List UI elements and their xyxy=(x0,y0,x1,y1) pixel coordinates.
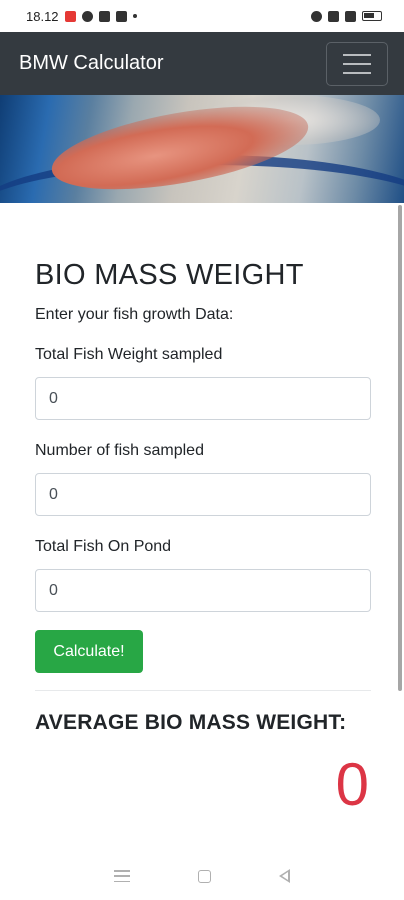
signal-strength-icon xyxy=(345,10,356,22)
toggler-bar xyxy=(343,71,371,74)
hamburger-menu-icon[interactable] xyxy=(326,41,388,86)
signal-icon xyxy=(328,10,339,22)
main-content: BIO MASS WEIGHT Enter your fish growth D… xyxy=(35,203,371,815)
status-bar: 18.12 xyxy=(0,0,404,32)
menu-line xyxy=(114,880,130,882)
navbar-brand[interactable]: BMW Calculator xyxy=(19,52,163,75)
fish-sampled-count-input[interactable] xyxy=(35,473,371,516)
fish-sampled-count-label: Number of fish sampled xyxy=(35,442,204,459)
result-title: AVERAGE BIO MASS WEIGHT: xyxy=(35,711,347,734)
telegram-icon xyxy=(98,10,110,22)
status-bar-right xyxy=(311,10,382,22)
toggler-bar xyxy=(343,53,371,56)
page-subtitle: Enter your fish growth Data: xyxy=(35,306,234,323)
total-fish-pond-input[interactable] xyxy=(35,569,371,612)
divider xyxy=(35,690,371,691)
android-home-icon[interactable] xyxy=(198,869,211,883)
navbar: BMW Calculator xyxy=(0,32,404,95)
system-nav-bar xyxy=(0,852,404,900)
status-bar-left: 18.12 xyxy=(26,9,137,24)
location-icon xyxy=(311,10,322,22)
battery-icon xyxy=(362,11,382,21)
total-fish-weight-input[interactable] xyxy=(35,377,371,420)
toggler-bar xyxy=(343,62,371,65)
scrollbar[interactable] xyxy=(398,205,402,691)
notification-icon xyxy=(115,10,127,22)
status-time: 18.12 xyxy=(26,8,59,24)
more-notifications-icon xyxy=(132,14,137,18)
total-fish-pond-label: Total Fish On Pond xyxy=(35,538,172,555)
total-fish-weight-label: Total Fish Weight sampled xyxy=(35,346,223,363)
calculate-button[interactable]: Calculate! xyxy=(35,630,143,673)
whatsapp-icon xyxy=(81,10,93,22)
hero-image xyxy=(0,95,404,203)
android-menu-icon[interactable] xyxy=(114,870,130,882)
result-value: 0 xyxy=(335,751,369,818)
page-title: BIO MASS WEIGHT xyxy=(35,259,304,291)
menu-line xyxy=(114,870,130,872)
notification-app-icon xyxy=(64,10,76,22)
menu-line xyxy=(114,875,130,877)
android-back-icon[interactable] xyxy=(279,869,290,883)
